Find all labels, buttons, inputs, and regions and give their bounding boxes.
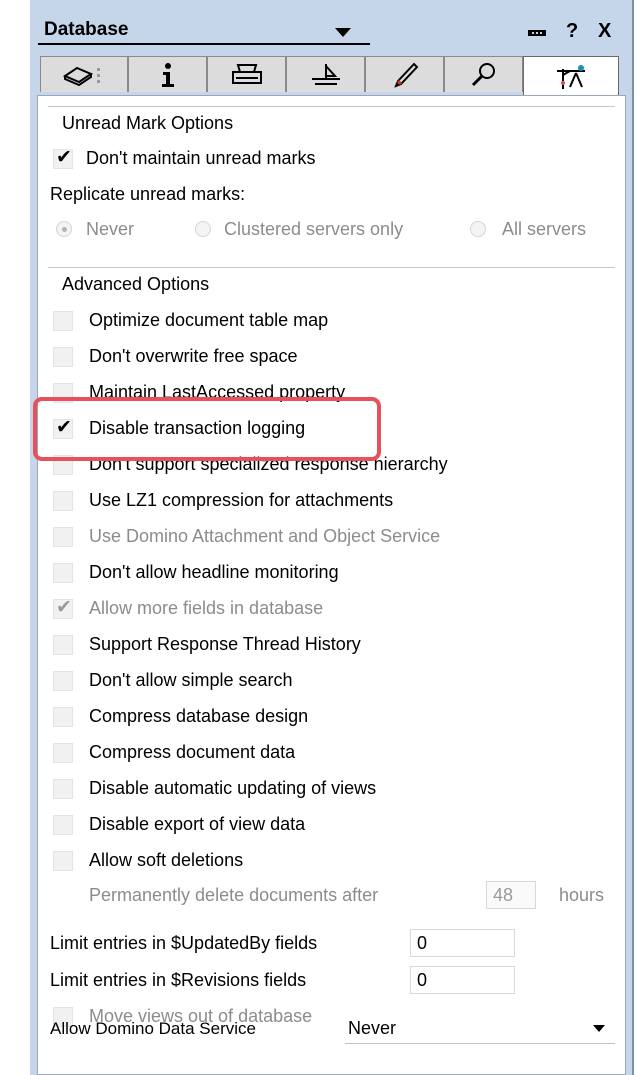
checkbox[interactable]	[53, 311, 73, 331]
checkbox[interactable]	[53, 563, 73, 583]
section-advanced-options: Advanced Options	[48, 267, 615, 300]
checkbox[interactable]	[53, 671, 73, 691]
section-unread-mark-options: Unread Mark Options	[48, 106, 615, 139]
tab-print[interactable]	[207, 56, 286, 92]
radio-label-clustered: Clustered servers only	[224, 219, 404, 239]
option-label: Allow more fields in database	[89, 598, 324, 618]
panel-title: Database	[44, 19, 129, 40]
option-label: Compress database design	[89, 706, 309, 726]
launch-icon	[393, 62, 418, 88]
checkbox[interactable]	[53, 491, 73, 511]
soft-delete-label: Permanently delete documents after	[89, 885, 379, 905]
revisions-limit-row: Limit entries in $Revisions fields 0	[50, 965, 620, 995]
replicate-unread-radio-group: Never Clustered servers only All servers	[50, 214, 620, 244]
dock-icon[interactable]	[528, 30, 546, 36]
panel-border	[632, 0, 634, 1075]
option-label: Don't allow simple search	[89, 670, 293, 690]
info-icon	[161, 62, 174, 87]
checkbox[interactable]	[53, 347, 73, 367]
radio-label-never: Never	[86, 219, 135, 239]
radio-clustered[interactable]	[195, 221, 211, 237]
advanced-icon	[557, 64, 585, 89]
radio-never[interactable]	[56, 221, 72, 237]
soft-delete-duration-row: Permanently delete documents after 48 ho…	[89, 880, 619, 910]
chevron-down-icon[interactable]	[593, 1025, 605, 1032]
select-value: Never	[348, 1018, 397, 1038]
checkbox[interactable]	[53, 635, 73, 655]
checkbox[interactable]	[53, 743, 73, 763]
help-button[interactable]: ?	[566, 20, 578, 43]
print-icon	[231, 63, 262, 84]
option-label: Don't overwrite free space	[89, 346, 298, 366]
option-label: Don't allow headline monitoring	[89, 562, 339, 582]
option-label: Use Domino Attachment and Object Service	[89, 526, 441, 546]
option-label: Optimize document table map	[89, 310, 329, 330]
dropdown-arrow-icon[interactable]	[335, 28, 351, 37]
updated-by-label: Limit entries in $UpdatedBy fields	[50, 933, 318, 953]
tab-properties[interactable]	[40, 56, 128, 92]
properties-icon	[62, 66, 100, 86]
section-title: Unread Mark Options	[62, 113, 234, 133]
revisions-limit-input[interactable]: 0	[410, 966, 515, 994]
design-icon	[311, 63, 340, 85]
tab-search[interactable]	[444, 56, 523, 92]
updated-by-limit-row: Limit entries in $UpdatedBy fields 0	[50, 928, 620, 958]
option-label: Don't maintain unread marks	[86, 148, 316, 168]
option-label: Allow soft deletions	[89, 850, 244, 870]
checkbox	[53, 527, 73, 547]
option-label: Support Response Thread History	[89, 634, 361, 654]
close-button[interactable]: X	[598, 20, 611, 43]
option-label: Disable automatic updating of views	[89, 778, 377, 798]
option-label: Disable export of view data	[89, 814, 306, 834]
soft-delete-hours-input[interactable]: 48	[486, 881, 536, 909]
properties-type-dropdown[interactable]: Database	[38, 19, 370, 45]
domino-data-service-select[interactable]: Never	[345, 1013, 615, 1044]
option-label: Use LZ1 compression for attachments	[89, 490, 394, 510]
tab-advanced[interactable]	[523, 56, 619, 96]
checkbox[interactable]	[53, 779, 73, 799]
tab-info[interactable]	[128, 56, 207, 92]
checkbox[interactable]	[53, 143, 73, 173]
checkbox	[53, 593, 73, 623]
section-title: Advanced Options	[62, 274, 210, 294]
tab-design[interactable]	[286, 56, 365, 92]
radio-label-all-servers: All servers	[502, 219, 587, 239]
tab-launch[interactable]	[365, 56, 444, 92]
updated-by-limit-input[interactable]: 0	[410, 929, 515, 957]
checkbox[interactable]	[53, 851, 73, 871]
properties-body: Unread Mark Options Don't maintain unrea…	[37, 95, 626, 1075]
soft-delete-unit: hours	[559, 885, 605, 905]
checkbox[interactable]	[53, 707, 73, 727]
radio-all-servers[interactable]	[470, 221, 486, 237]
option-label: Compress document data	[89, 742, 296, 762]
highlight-annotation	[33, 397, 381, 461]
search-icon	[471, 62, 495, 86]
revisions-label: Limit entries in $Revisions fields	[50, 970, 307, 990]
checkbox[interactable]	[53, 815, 73, 835]
